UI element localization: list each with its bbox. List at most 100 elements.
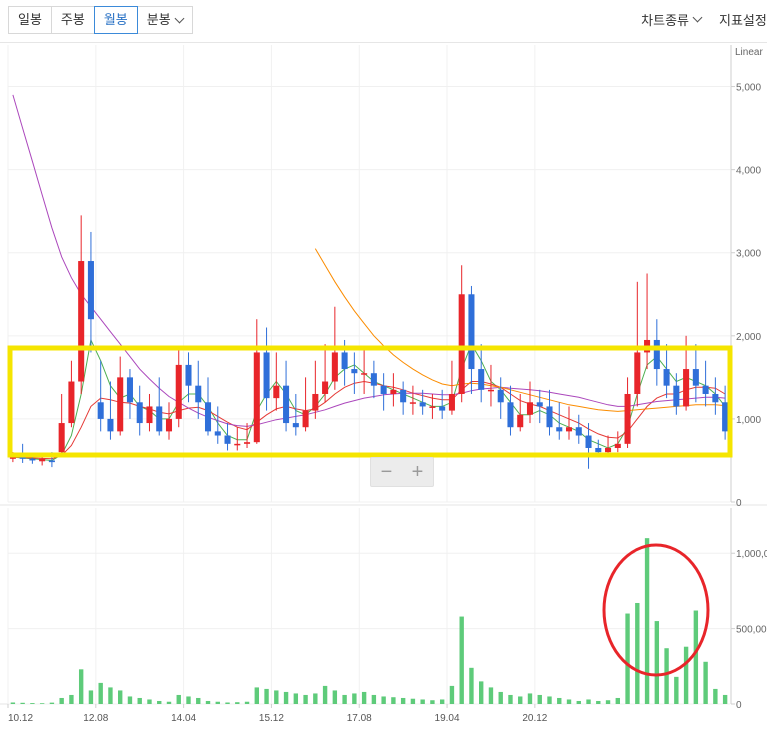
volume-bar xyxy=(352,693,357,704)
candle-body xyxy=(185,364,192,386)
volume-bar xyxy=(674,676,679,704)
candle-body xyxy=(273,385,280,399)
volume-bar xyxy=(30,703,35,704)
price-y-tick-label: 2,000 xyxy=(736,332,761,343)
price-y-tick-label: 4,000 xyxy=(736,166,761,177)
candle-body xyxy=(614,443,621,448)
candle-body xyxy=(478,369,485,390)
x-tick-label: 15.12 xyxy=(259,713,284,724)
volume-bar xyxy=(625,613,630,704)
candle-body xyxy=(526,402,534,415)
volume-bar xyxy=(508,694,513,704)
volume-bar xyxy=(69,694,74,704)
volume-bar xyxy=(469,667,474,704)
candle-body xyxy=(507,402,514,428)
volume-bar xyxy=(342,694,347,704)
candle-body xyxy=(702,385,709,394)
volume-bar xyxy=(381,696,386,704)
volume-bar xyxy=(88,690,94,704)
candle-body xyxy=(263,352,270,399)
volume-bar xyxy=(264,688,269,704)
x-tick-label: 17.08 xyxy=(347,713,372,724)
candle-body xyxy=(234,443,241,446)
candle-body xyxy=(605,447,612,453)
price-y-tick-label: 5,000 xyxy=(736,83,761,94)
volume-bar xyxy=(459,616,464,704)
volume-bar xyxy=(410,698,416,704)
volume-bar xyxy=(430,700,435,704)
candle-body xyxy=(370,373,377,386)
zoom-out-button[interactable]: − xyxy=(371,458,402,486)
candle-body xyxy=(195,385,202,403)
volume-bar xyxy=(283,691,289,704)
volume-bar xyxy=(391,697,396,704)
volume-bar xyxy=(39,703,45,704)
volume-bar xyxy=(137,697,142,704)
volume-bar xyxy=(722,694,728,704)
candle-body xyxy=(517,414,524,428)
volume-bar xyxy=(479,681,484,704)
volume-y-tick-label: 0 xyxy=(736,700,742,711)
candle-body xyxy=(595,447,602,453)
volume-bar xyxy=(400,697,406,704)
volume-bar xyxy=(20,702,25,704)
candle-body xyxy=(712,393,719,403)
volume-bar xyxy=(118,690,123,704)
candle-body xyxy=(292,423,299,428)
price-y-tick-label: 0 xyxy=(736,498,742,509)
zoom-control: − + xyxy=(370,457,434,487)
tab-monthly-label: 월봉 xyxy=(103,12,128,27)
candle-body xyxy=(663,369,670,386)
candle-body xyxy=(692,369,699,386)
volume-bar xyxy=(644,538,650,704)
moving-average-line xyxy=(314,248,726,412)
volume-bar xyxy=(205,700,211,704)
volume-bar xyxy=(449,685,455,704)
candle-body xyxy=(565,427,573,432)
volume-bar xyxy=(59,697,64,704)
tab-monthly[interactable]: 월봉 xyxy=(93,6,138,34)
scale-label: Linear xyxy=(735,47,763,58)
volume-bar xyxy=(98,682,103,704)
volume-bar xyxy=(157,700,162,704)
candle-body xyxy=(48,460,55,463)
volume-bar xyxy=(693,610,699,704)
candle-body xyxy=(224,435,231,444)
candle-body xyxy=(214,431,221,436)
candle-body xyxy=(429,406,436,408)
candle-body xyxy=(253,352,260,443)
volume-bar xyxy=(664,648,669,704)
candle-body xyxy=(39,458,46,462)
volume-y-tick-label: 500,000 xyxy=(736,625,767,636)
zoom-in-button[interactable]: + xyxy=(402,458,433,486)
volume-bar xyxy=(303,694,308,704)
volume-bar xyxy=(244,701,250,704)
candle-body xyxy=(536,402,543,407)
chart-canvas[interactable]: Linear 0 1,000 2,000 3,000 4,000 5,000 0 500,000… xyxy=(0,0,767,731)
candle-body xyxy=(673,385,680,407)
volume-bar xyxy=(108,687,113,704)
volume-bar xyxy=(49,702,55,704)
volume-bar xyxy=(225,702,230,704)
candle-body xyxy=(136,402,143,424)
volume-bar xyxy=(254,687,259,704)
candle-body xyxy=(244,442,251,444)
candle-body xyxy=(380,385,387,394)
volume-bar xyxy=(488,687,494,704)
volume-bar xyxy=(547,696,552,704)
candle-body xyxy=(400,389,407,403)
candle-body xyxy=(487,389,494,392)
candle-body xyxy=(331,352,338,382)
candle-body xyxy=(351,369,358,374)
volume-bar xyxy=(186,696,191,704)
candle-body xyxy=(78,261,85,382)
candle-body xyxy=(322,381,329,394)
candle-body xyxy=(302,410,309,428)
candle-body xyxy=(165,418,173,432)
candle-body xyxy=(361,373,368,375)
candle-body xyxy=(117,377,124,432)
candle-body xyxy=(107,418,114,432)
x-tick-label: 20.12 xyxy=(522,713,547,724)
volume-bar xyxy=(576,700,581,704)
candle-body xyxy=(419,402,426,407)
